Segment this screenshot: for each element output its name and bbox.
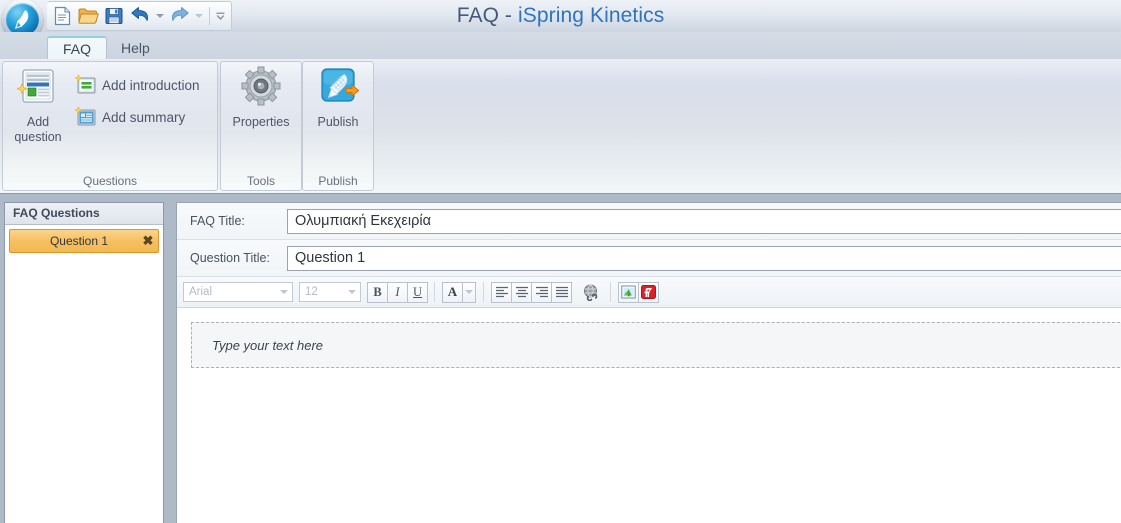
customize-qat-button[interactable]: [214, 4, 227, 28]
insert-image-button[interactable]: [618, 281, 639, 303]
chevron-down-icon: [465, 290, 473, 294]
underline-button[interactable]: U: [407, 281, 428, 303]
bold-button[interactable]: B: [367, 281, 388, 303]
ribbon-group-publish-label: Publish: [318, 174, 358, 188]
redo-arrow-icon: [171, 7, 189, 21]
main-body: FAQ Questions Question 1 ✖ FAQ Title: Ολ…: [0, 194, 1121, 523]
insert-flash-button[interactable]: [638, 281, 659, 303]
add-introduction-label: Add introduction: [102, 77, 200, 93]
sidebar-item-question-1[interactable]: Question 1 ✖: [9, 229, 159, 253]
hyperlink-globe-icon: [583, 284, 597, 301]
publish-label: Publish: [317, 115, 359, 129]
ribbon-tab-strip: FAQ Help: [0, 32, 1121, 62]
quick-access-toolbar: [47, 1, 232, 31]
question-title-row: Question Title: Question 1: [177, 240, 1121, 277]
font-color-dropdown[interactable]: [463, 281, 476, 303]
font-family-select[interactable]: Arial: [183, 282, 293, 302]
insert-image-icon: [621, 285, 636, 299]
hyperlink-button[interactable]: [580, 282, 601, 303]
title-bar: FAQ - iSpring Kinetics: [0, 0, 1121, 40]
window-title-app: FAQ: [456, 4, 499, 27]
add-question-label-line1: Add: [26, 115, 50, 129]
ribbon: Add question Add introduction Add summar…: [0, 59, 1121, 194]
font-family-value: Arial: [189, 286, 213, 298]
align-center-icon: [515, 286, 528, 298]
format-toolbar: Arial 12 B I U A: [177, 277, 1121, 308]
publish-shuttlecock-icon: [316, 66, 360, 110]
add-question-icon: [16, 66, 60, 110]
editor-placeholder-box[interactable]: Type your text here: [191, 322, 1121, 368]
toolbar-separator: [483, 282, 484, 302]
add-summary-icon: [74, 106, 96, 128]
insert-flash-icon: [641, 285, 656, 299]
window-title-brand: iSpring Kinetics: [517, 4, 665, 27]
ribbon-group-tools-label: Tools: [246, 174, 275, 188]
properties-label: Properties: [232, 115, 290, 129]
ispring-kinetics-window: FAQ - iSpring Kinetics FAQ Help Add ques…: [0, 0, 1121, 523]
open-button[interactable]: [75, 4, 101, 28]
tab-help[interactable]: Help: [106, 36, 165, 60]
faq-questions-header: FAQ Questions: [5, 203, 163, 225]
ispring-orb-icon: [14, 10, 29, 29]
question-title-label: Question Title:: [190, 251, 270, 265]
editor-placeholder-text: Type your text here: [212, 337, 324, 353]
sidebar-item-label: Question 1: [49, 234, 109, 248]
add-summary-button[interactable]: Add summary: [71, 104, 188, 130]
font-color-button[interactable]: A: [442, 281, 463, 303]
new-document-button[interactable]: [49, 4, 75, 28]
add-introduction-icon: [74, 74, 96, 96]
chevron-down-icon: [194, 14, 203, 18]
redo-dropdown[interactable]: [192, 4, 205, 28]
undo-arrow-icon: [130, 7, 148, 21]
faq-title-input[interactable]: Ολυμπιακή Εκεχειρία: [287, 208, 1121, 234]
align-left-button[interactable]: [491, 281, 512, 303]
ribbon-group-questions: Add question Add introduction Add summar…: [2, 61, 218, 191]
align-left-icon: [495, 286, 508, 298]
toolbar-separator: [434, 282, 435, 302]
font-size-value: 12: [305, 286, 318, 298]
gear-properties-icon: [239, 66, 283, 110]
open-folder-icon: [77, 8, 99, 24]
text-style-group: B I U: [367, 281, 428, 303]
question-title-input[interactable]: Question 1: [287, 245, 1121, 271]
undo-dropdown[interactable]: [153, 4, 166, 28]
save-button[interactable]: [101, 4, 127, 28]
undo-button[interactable]: [127, 4, 153, 28]
ribbon-group-publish: Publish Publish: [302, 61, 374, 191]
new-document-icon: [54, 6, 70, 26]
toolbar-separator: [610, 282, 611, 302]
align-justify-button[interactable]: [551, 281, 572, 303]
question-editor-panel: FAQ Title: Ολυμπιακή Εκεχειρία Question …: [176, 202, 1121, 523]
question-content-editor: Type your text here: [177, 308, 1121, 368]
add-introduction-button[interactable]: Add introduction: [71, 72, 203, 98]
align-justify-icon: [555, 286, 568, 298]
align-right-button[interactable]: [531, 281, 552, 303]
save-floppy-icon: [105, 8, 123, 24]
ribbon-group-questions-label: Questions: [82, 174, 138, 188]
alignment-group: [491, 281, 572, 303]
faq-title-row: FAQ Title: Ολυμπιακή Εκεχειρία: [177, 203, 1121, 240]
font-size-select[interactable]: 12: [299, 282, 361, 302]
properties-button[interactable]: Properties: [225, 66, 297, 130]
chevron-down-icon: [344, 290, 360, 294]
add-question-label-line2: question: [14, 130, 62, 144]
ribbon-group-tools: Properties Tools: [220, 61, 302, 191]
close-icon[interactable]: ✖: [138, 231, 158, 251]
add-summary-label: Add summary: [102, 109, 186, 125]
chevron-down-icon: [155, 14, 164, 18]
customize-chevron-icon: [216, 12, 225, 20]
qat-separator: [209, 7, 210, 25]
add-question-button[interactable]: Add question: [9, 66, 67, 145]
chevron-down-icon: [276, 290, 292, 294]
window-title-separator: -: [499, 4, 518, 27]
faq-questions-panel: FAQ Questions Question 1 ✖: [4, 202, 164, 523]
faq-title-label: FAQ Title:: [190, 214, 245, 228]
italic-button[interactable]: I: [387, 281, 408, 303]
font-color-group: A: [442, 281, 476, 303]
publish-button[interactable]: Publish: [306, 66, 370, 130]
redo-button[interactable]: [166, 4, 192, 28]
align-right-icon: [535, 286, 548, 298]
align-center-button[interactable]: [511, 281, 532, 303]
